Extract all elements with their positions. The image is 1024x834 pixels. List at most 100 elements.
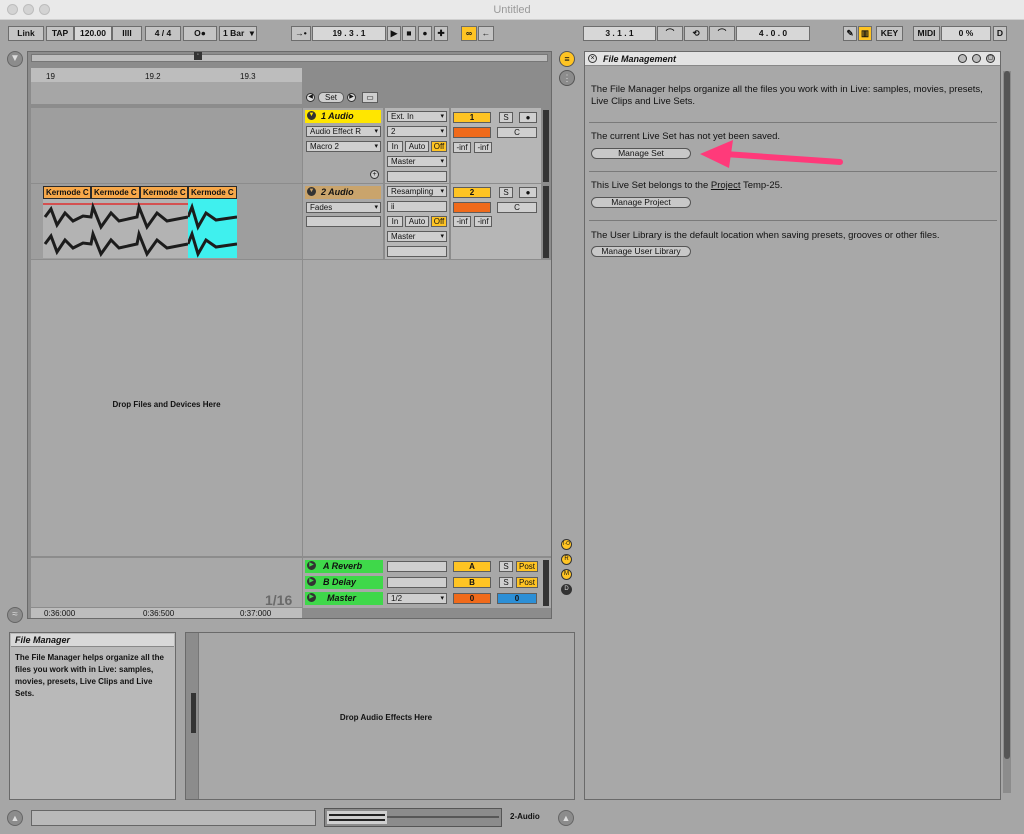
metronome-bars[interactable]: IIII [112, 26, 142, 41]
tap-button[interactable]: TAP [46, 26, 74, 41]
volume-field[interactable] [453, 202, 491, 213]
monitor-auto-button[interactable]: Auto [405, 216, 429, 227]
solo-button[interactable]: S [499, 112, 513, 123]
loop-length-field[interactable]: 4 . 0 . 0 [736, 26, 810, 41]
overview-toggle-icon[interactable]: ≈ [7, 607, 23, 623]
input-channel-select[interactable]: ii [387, 201, 447, 212]
panel-forward-icon[interactable] [972, 54, 981, 63]
audio-clip[interactable]: Kermode C [188, 186, 237, 199]
monitor-in-button[interactable]: In [387, 141, 403, 152]
input-type-select[interactable]: Ext. In ▾ [387, 111, 447, 122]
return-track-b[interactable]: ▶ B Delay [305, 576, 383, 589]
tempo-field[interactable]: 120.00 [74, 26, 112, 41]
selected-clip-region[interactable] [186, 199, 238, 258]
delay-toggle[interactable]: D [561, 584, 572, 595]
pan-field[interactable]: C [497, 127, 537, 138]
monitor-off-button[interactable]: Off [431, 216, 447, 227]
return-track-a[interactable]: ▶ A Reverb [305, 560, 383, 573]
monitor-in-button[interactable]: In [387, 216, 403, 227]
project-link[interactable]: Project [711, 180, 741, 191]
device-chooser[interactable] [306, 216, 381, 227]
lock-icon[interactable]: ▢ [986, 54, 995, 63]
fold-track-icon[interactable]: ▼ [307, 187, 316, 196]
manage-user-library-button[interactable]: Manage User Library [591, 246, 691, 257]
track-lane-1[interactable] [31, 108, 302, 183]
input-type-select[interactable]: Resampling ▾ [387, 186, 447, 197]
mixer-toggle[interactable]: M [561, 569, 572, 580]
panel-back-icon[interactable] [958, 54, 967, 63]
fold-track-icon[interactable]: ▼ [307, 111, 316, 120]
solo-button[interactable]: S [499, 561, 513, 572]
record-button[interactable]: ● [418, 26, 432, 41]
output-select[interactable]: Master ▾ [387, 231, 447, 242]
post-button[interactable]: Post [516, 561, 538, 572]
pan-field[interactable]: C [497, 202, 537, 213]
track-title-2[interactable]: ▼ 2 Audio [305, 186, 381, 199]
track-activator[interactable]: 1 [453, 112, 491, 123]
arm-record-icon[interactable]: ● [519, 187, 537, 198]
key-map-button[interactable]: KEY [876, 26, 903, 41]
time-signature[interactable]: 4 / 4 [145, 26, 181, 41]
device-chooser[interactable]: Audio Effect R ▾ [306, 126, 381, 137]
detail-view-toggle-icon[interactable]: ▲ [558, 810, 574, 826]
master-volume[interactable]: 0 [453, 593, 491, 604]
return-output-select[interactable] [387, 561, 447, 572]
device-chooser[interactable]: Fades ▾ [306, 202, 381, 213]
song-position-marker[interactable]: ◦ [194, 52, 202, 60]
device-scroll-handle[interactable] [191, 693, 196, 733]
cue-out-select[interactable]: 1/2 ▾ [387, 593, 447, 604]
overview-bar[interactable] [31, 54, 548, 62]
manage-project-button[interactable]: Manage Project [591, 197, 691, 208]
close-icon[interactable]: × [588, 54, 597, 63]
solo-button[interactable]: S [499, 577, 513, 588]
return-output-select[interactable] [387, 577, 447, 588]
mini-overview[interactable] [324, 808, 502, 827]
set-locator-button[interactable]: Set [318, 92, 344, 103]
previous-locator-icon[interactable]: ◀ [306, 93, 315, 102]
punch-out-icon[interactable]: ⌒ [709, 26, 735, 41]
unfold-track-icon[interactable]: ▶ [307, 577, 316, 586]
input-channel-select[interactable]: 2 ▾ [387, 126, 447, 137]
loop-start-field[interactable]: 3 . 1 . 1 [583, 26, 656, 41]
session-view-icon[interactable]: ⋮ [559, 70, 575, 86]
midi-map-button[interactable]: MIDI [913, 26, 940, 41]
panel-scrollbar[interactable] [1003, 71, 1011, 793]
master-track[interactable]: ▶ Master [305, 592, 383, 605]
lock-envelopes-icon[interactable]: ▭ [362, 92, 378, 103]
post-button[interactable]: Post [516, 577, 538, 588]
overdub-button[interactable]: ✚ [434, 26, 448, 41]
track-title-1[interactable]: ▼ 1 Audio [305, 110, 381, 123]
follow-button[interactable]: →• [291, 26, 311, 41]
arrangement-view-icon[interactable]: ≡ [559, 51, 575, 67]
output-channel-select[interactable] [387, 246, 447, 257]
automation-arm-icon[interactable]: ∞ [461, 26, 477, 41]
grid-quantize-display[interactable]: 1/16 [265, 592, 292, 608]
metronome-button[interactable]: O● [183, 26, 217, 41]
return-activator[interactable]: B [453, 577, 491, 588]
monitor-auto-button[interactable]: Auto [405, 141, 429, 152]
scroll-thumb[interactable] [1004, 71, 1010, 759]
next-locator-icon[interactable]: ▶ [347, 93, 356, 102]
master-pan[interactable]: 0 [497, 593, 537, 604]
play-button[interactable]: ▶ [387, 26, 401, 41]
device-chooser[interactable]: Macro 2 ▾ [306, 141, 381, 152]
return-activator[interactable]: A [453, 561, 491, 572]
manage-set-button[interactable]: Manage Set [591, 148, 691, 159]
add-device-icon[interactable]: + [370, 170, 379, 179]
solo-button[interactable]: S [499, 187, 513, 198]
info-view-toggle-icon[interactable]: ▲ [7, 810, 23, 826]
unfold-track-icon[interactable]: ▶ [307, 593, 316, 602]
unfold-track-icon[interactable]: ▶ [307, 561, 316, 570]
monitor-off-button[interactable]: Off [431, 141, 447, 152]
link-button[interactable]: Link [8, 26, 44, 41]
arrangement-position-field[interactable]: 19 . 3 . 1 [312, 26, 386, 41]
arm-record-icon[interactable]: ● [519, 112, 537, 123]
audio-clip[interactable]: Kermode C [43, 186, 91, 199]
audio-clip[interactable]: Kermode C [91, 186, 140, 199]
punch-in-icon[interactable]: ⌒ [657, 26, 683, 41]
beat-time-ruler[interactable] [31, 68, 302, 82]
loop-switch-icon[interactable]: ⟲ [684, 26, 708, 41]
output-select[interactable]: Master ▾ [387, 156, 447, 167]
volume-field[interactable] [453, 127, 491, 138]
browser-toggle-icon[interactable]: ▼ [7, 51, 23, 67]
